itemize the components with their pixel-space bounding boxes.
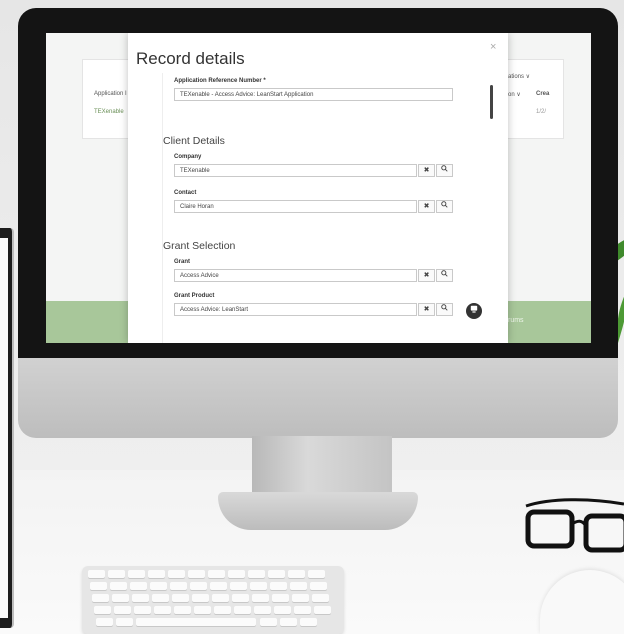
company-label: Company [174,154,202,160]
grant-search-icon[interactable] [436,269,453,282]
scrollbar-thumb[interactable] [490,85,493,119]
bg-right-header[interactable]: ations ∨ [508,73,530,80]
keyboard [82,566,344,634]
contact-field[interactable]: Claire Horan [174,200,417,213]
record-form: Application Reference Number * TEXenable… [162,73,458,343]
company-field[interactable]: TEXenable [174,164,417,177]
app-ref-label: Application Reference Number * [174,78,266,84]
contact-label: Contact [174,190,197,196]
bg-row-value[interactable]: TEXenable [94,109,124,115]
left-frame-inner [0,238,8,618]
contact-search-icon[interactable] [436,200,453,213]
bg-column-header: Application I [94,91,127,97]
grant-product-clear-icon[interactable]: ✖ [418,303,435,316]
contact-clear-icon[interactable]: ✖ [418,200,435,213]
app-ref-field[interactable]: TEXenable - Access Advice: LeanStart App… [174,88,453,101]
grant-field[interactable]: Access Advice [174,269,417,282]
grant-clear-icon[interactable]: ✖ [418,269,435,282]
glasses [525,498,624,553]
monitor-stand-base [218,492,418,530]
grant-product-search-icon[interactable] [436,303,453,316]
record-details-modal: Record details × Application Reference N… [128,33,508,343]
bg-right-column[interactable]: on ∨ [508,91,521,98]
chat-icon[interactable] [466,303,482,319]
monitor-screen: Application I TEXenable ations ∨ on ∨ Cr… [46,33,591,343]
modal-title: Record details [136,49,245,68]
company-clear-icon[interactable]: ✖ [418,164,435,177]
grant-product-label: Grant Product [174,293,215,299]
close-icon[interactable]: × [490,41,496,53]
monitor-chin [18,355,618,438]
bg-right-row: 1/2/ [536,109,547,115]
monitor-stand-neck [252,436,392,498]
client-details-heading: Client Details [163,135,225,147]
company-search-icon[interactable] [436,164,453,177]
grant-product-field[interactable]: Access Advice: LeanStart [174,303,417,316]
grant-selection-heading: Grant Selection [163,240,236,252]
bg-right-column-2: Crea [536,91,550,97]
grant-label: Grant [174,259,191,265]
footer-text[interactable]: rums [508,317,524,324]
